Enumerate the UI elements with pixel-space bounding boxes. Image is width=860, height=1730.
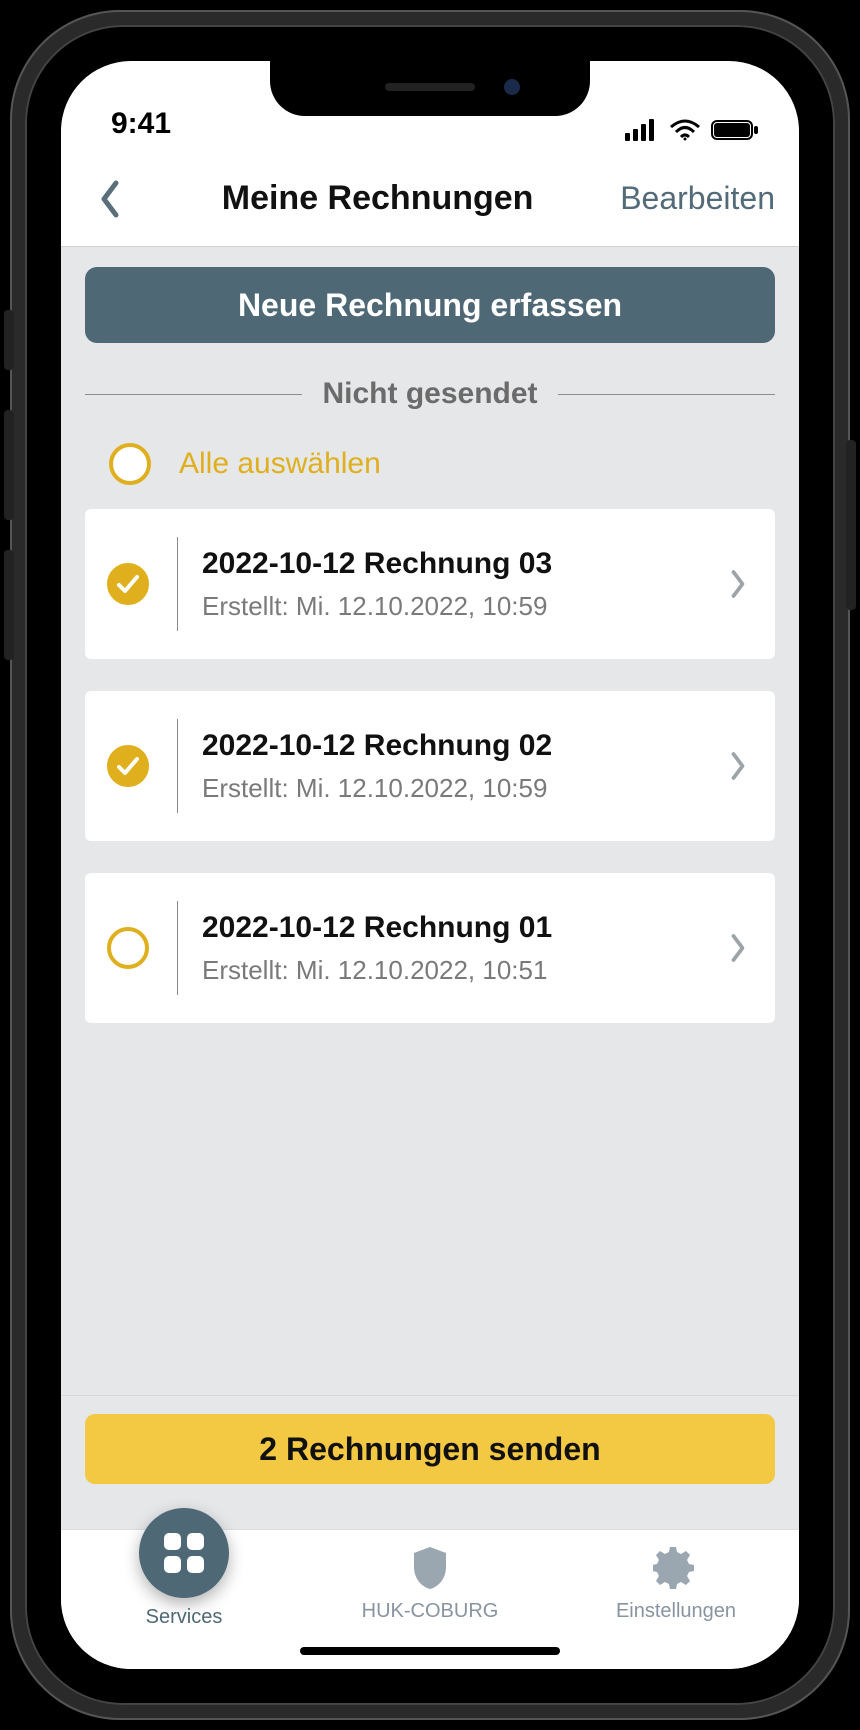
circle-checked-icon[interactable] bbox=[107, 563, 149, 605]
invoice-subtitle: Erstellt: Mi. 12.10.2022, 10:51 bbox=[202, 955, 723, 986]
invoice-row[interactable]: 2022-10-12 Rechnung 02 Erstellt: Mi. 12.… bbox=[85, 691, 775, 841]
chevron-right-icon bbox=[723, 751, 753, 781]
invoice-title: 2022-10-12 Rechnung 03 bbox=[202, 547, 723, 581]
content-area: Neue Rechnung erfassen Nicht gesendet Al… bbox=[61, 247, 799, 1529]
tab-huk-coburg[interactable]: HUK-COBURG bbox=[330, 1544, 530, 1623]
cellular-icon bbox=[625, 119, 659, 141]
invoice-subtitle: Erstellt: Mi. 12.10.2022, 10:59 bbox=[202, 591, 723, 622]
invoice-title: 2022-10-12 Rechnung 02 bbox=[202, 729, 723, 763]
circle-unchecked-icon[interactable] bbox=[107, 927, 149, 969]
invoice-title: 2022-10-12 Rechnung 01 bbox=[202, 911, 723, 945]
chevron-right-icon bbox=[723, 933, 753, 963]
tab-label: HUK-COBURG bbox=[362, 1600, 499, 1623]
nav-header: Meine Rechnungen Bearbeiten bbox=[61, 151, 799, 247]
select-all-toggle[interactable]: Alle auswählen bbox=[85, 437, 775, 509]
gear-icon bbox=[652, 1544, 700, 1592]
circle-unchecked-icon bbox=[109, 443, 151, 485]
tab-services[interactable]: Services bbox=[84, 1544, 284, 1629]
section-label: Nicht gesendet bbox=[322, 377, 537, 411]
circle-checked-icon[interactable] bbox=[107, 745, 149, 787]
invoice-row[interactable]: 2022-10-12 Rechnung 01 Erstellt: Mi. 12.… bbox=[85, 873, 775, 1023]
select-all-label: Alle auswählen bbox=[179, 447, 381, 481]
chevron-right-icon bbox=[723, 569, 753, 599]
shield-icon bbox=[406, 1544, 454, 1592]
wifi-icon bbox=[669, 119, 701, 141]
chevron-left-icon bbox=[98, 179, 122, 219]
tab-settings[interactable]: Einstellungen bbox=[576, 1544, 776, 1623]
device-notch bbox=[270, 61, 590, 116]
tab-label: Einstellungen bbox=[616, 1600, 736, 1623]
section-not-sent: Nicht gesendet bbox=[85, 377, 775, 411]
invoice-subtitle: Erstellt: Mi. 12.10.2022, 10:59 bbox=[202, 773, 723, 804]
send-invoices-button[interactable]: 2 Rechnungen senden bbox=[85, 1414, 775, 1484]
battery-icon bbox=[711, 119, 759, 141]
new-invoice-button[interactable]: Neue Rechnung erfassen bbox=[85, 267, 775, 343]
tab-label: Services bbox=[146, 1606, 223, 1629]
edit-button[interactable]: Bearbeiten bbox=[620, 180, 775, 217]
page-title: Meine Rechnungen bbox=[222, 179, 534, 218]
status-time: 9:41 bbox=[111, 107, 171, 141]
invoice-row[interactable]: 2022-10-12 Rechnung 03 Erstellt: Mi. 12.… bbox=[85, 509, 775, 659]
home-indicator[interactable] bbox=[300, 1647, 560, 1655]
back-button[interactable] bbox=[85, 174, 135, 224]
services-grid-icon bbox=[139, 1508, 229, 1598]
